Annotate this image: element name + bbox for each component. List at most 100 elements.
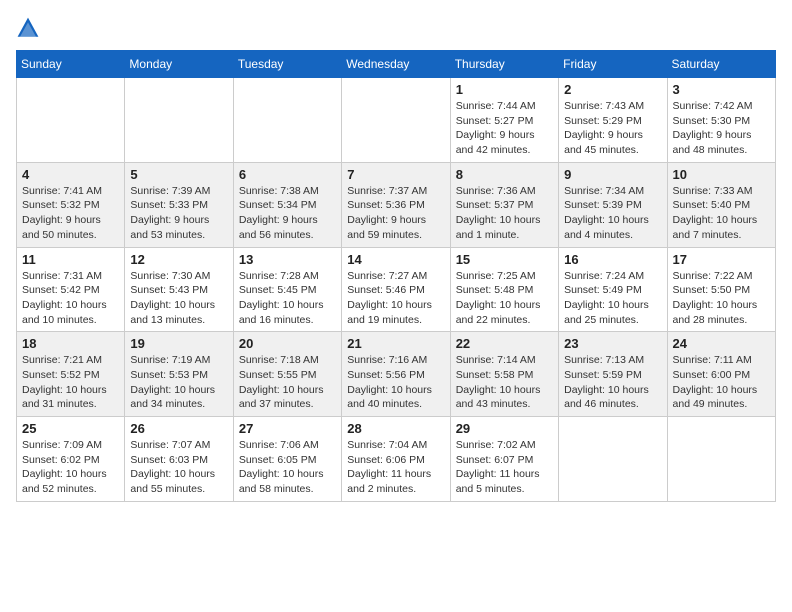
calendar-cell: 27 Sunrise: 7:06 AM Sunset: 6:05 PM Dayli… (233, 417, 341, 502)
calendar-cell: 8 Sunrise: 7:36 AM Sunset: 5:37 PM Daylig… (450, 162, 558, 247)
day-info: Sunrise: 7:37 AM Sunset: 5:36 PM Dayligh… (347, 184, 444, 243)
day-info: Sunrise: 7:06 AM Sunset: 6:05 PM Dayligh… (239, 438, 336, 497)
day-info: Sunrise: 7:28 AM Sunset: 5:45 PM Dayligh… (239, 269, 336, 328)
day-info: Sunrise: 7:24 AM Sunset: 5:49 PM Dayligh… (564, 269, 661, 328)
day-number: 5 (130, 167, 227, 182)
day-number: 4 (22, 167, 119, 182)
calendar-cell: 2 Sunrise: 7:43 AM Sunset: 5:29 PM Daylig… (559, 78, 667, 163)
calendar-cell (17, 78, 125, 163)
day-info: Sunrise: 7:25 AM Sunset: 5:48 PM Dayligh… (456, 269, 553, 328)
day-info: Sunrise: 7:13 AM Sunset: 5:59 PM Dayligh… (564, 353, 661, 412)
day-info: Sunrise: 7:19 AM Sunset: 5:53 PM Dayligh… (130, 353, 227, 412)
calendar-cell: 6 Sunrise: 7:38 AM Sunset: 5:34 PM Daylig… (233, 162, 341, 247)
calendar-cell: 26 Sunrise: 7:07 AM Sunset: 6:03 PM Dayli… (125, 417, 233, 502)
day-info: Sunrise: 7:41 AM Sunset: 5:32 PM Dayligh… (22, 184, 119, 243)
week-row: 11 Sunrise: 7:31 AM Sunset: 5:42 PM Dayli… (17, 247, 776, 332)
calendar-cell: 16 Sunrise: 7:24 AM Sunset: 5:49 PM Dayli… (559, 247, 667, 332)
day-info: Sunrise: 7:21 AM Sunset: 5:52 PM Dayligh… (22, 353, 119, 412)
day-number: 10 (673, 167, 770, 182)
calendar-cell: 1 Sunrise: 7:44 AM Sunset: 5:27 PM Daylig… (450, 78, 558, 163)
logo-icon (16, 16, 40, 40)
calendar-cell (667, 417, 775, 502)
day-number: 18 (22, 336, 119, 351)
day-number: 2 (564, 82, 661, 97)
day-number: 25 (22, 421, 119, 436)
day-info: Sunrise: 7:07 AM Sunset: 6:03 PM Dayligh… (130, 438, 227, 497)
calendar-cell: 25 Sunrise: 7:09 AM Sunset: 6:02 PM Dayli… (17, 417, 125, 502)
day-number: 7 (347, 167, 444, 182)
day-number: 17 (673, 252, 770, 267)
day-number: 16 (564, 252, 661, 267)
week-row: 4 Sunrise: 7:41 AM Sunset: 5:32 PM Daylig… (17, 162, 776, 247)
calendar-cell (342, 78, 450, 163)
calendar-cell: 15 Sunrise: 7:25 AM Sunset: 5:48 PM Dayli… (450, 247, 558, 332)
day-of-week-header: Tuesday (233, 51, 341, 78)
logo (16, 16, 44, 40)
day-of-week-header: Monday (125, 51, 233, 78)
day-number: 8 (456, 167, 553, 182)
day-number: 14 (347, 252, 444, 267)
calendar-cell: 14 Sunrise: 7:27 AM Sunset: 5:46 PM Dayli… (342, 247, 450, 332)
day-number: 29 (456, 421, 553, 436)
day-info: Sunrise: 7:16 AM Sunset: 5:56 PM Dayligh… (347, 353, 444, 412)
calendar-cell: 5 Sunrise: 7:39 AM Sunset: 5:33 PM Daylig… (125, 162, 233, 247)
week-row: 25 Sunrise: 7:09 AM Sunset: 6:02 PM Dayli… (17, 417, 776, 502)
calendar-header-row: SundayMondayTuesdayWednesdayThursdayFrid… (17, 51, 776, 78)
calendar-cell: 3 Sunrise: 7:42 AM Sunset: 5:30 PM Daylig… (667, 78, 775, 163)
calendar-cell: 9Sunrise: 7:34 AM Sunset: 5:39 PM Daylig… (559, 162, 667, 247)
day-number: 3 (673, 82, 770, 97)
calendar-cell: 17Sunrise: 7:22 AM Sunset: 5:50 PM Dayli… (667, 247, 775, 332)
calendar-cell: 22 Sunrise: 7:14 AM Sunset: 5:58 PM Dayli… (450, 332, 558, 417)
day-number: 27 (239, 421, 336, 436)
day-number: 15 (456, 252, 553, 267)
day-of-week-header: Friday (559, 51, 667, 78)
week-row: 18 Sunrise: 7:21 AM Sunset: 5:52 PM Dayli… (17, 332, 776, 417)
calendar-cell (233, 78, 341, 163)
day-info: Sunrise: 7:18 AM Sunset: 5:55 PM Dayligh… (239, 353, 336, 412)
day-number: 6 (239, 167, 336, 182)
day-number: 23 (564, 336, 661, 351)
calendar-cell: 18 Sunrise: 7:21 AM Sunset: 5:52 PM Dayli… (17, 332, 125, 417)
calendar-cell: 13 Sunrise: 7:28 AM Sunset: 5:45 PM Dayli… (233, 247, 341, 332)
calendar: SundayMondayTuesdayWednesdayThursdayFrid… (16, 50, 776, 502)
day-of-week-header: Thursday (450, 51, 558, 78)
day-info: Sunrise: 7:14 AM Sunset: 5:58 PM Dayligh… (456, 353, 553, 412)
calendar-cell: 28 Sunrise: 7:04 AM Sunset: 6:06 PM Dayli… (342, 417, 450, 502)
day-number: 9 (564, 167, 661, 182)
day-info: Sunrise: 7:43 AM Sunset: 5:29 PM Dayligh… (564, 99, 661, 158)
header (16, 16, 776, 40)
day-info: Sunrise: 7:42 AM Sunset: 5:30 PM Dayligh… (673, 99, 770, 158)
day-number: 19 (130, 336, 227, 351)
day-number: 20 (239, 336, 336, 351)
calendar-cell (559, 417, 667, 502)
day-of-week-header: Wednesday (342, 51, 450, 78)
day-number: 1 (456, 82, 553, 97)
calendar-cell: 24Sunrise: 7:11 AM Sunset: 6:00 PM Dayli… (667, 332, 775, 417)
day-info: Sunrise: 7:04 AM Sunset: 6:06 PM Dayligh… (347, 438, 444, 497)
day-info: Sunrise: 7:31 AM Sunset: 5:42 PM Dayligh… (22, 269, 119, 328)
calendar-cell: 23 Sunrise: 7:13 AM Sunset: 5:59 PM Dayli… (559, 332, 667, 417)
day-info: Sunrise: 7:30 AM Sunset: 5:43 PM Dayligh… (130, 269, 227, 328)
day-number: 24 (673, 336, 770, 351)
calendar-cell: 10Sunrise: 7:33 AM Sunset: 5:40 PM Dayli… (667, 162, 775, 247)
calendar-cell: 11 Sunrise: 7:31 AM Sunset: 5:42 PM Dayli… (17, 247, 125, 332)
day-info: Sunrise: 7:39 AM Sunset: 5:33 PM Dayligh… (130, 184, 227, 243)
day-number: 13 (239, 252, 336, 267)
day-number: 21 (347, 336, 444, 351)
calendar-cell: 20 Sunrise: 7:18 AM Sunset: 5:55 PM Dayli… (233, 332, 341, 417)
calendar-cell: 4 Sunrise: 7:41 AM Sunset: 5:32 PM Daylig… (17, 162, 125, 247)
day-number: 11 (22, 252, 119, 267)
day-of-week-header: Saturday (667, 51, 775, 78)
day-info: Sunrise: 7:27 AM Sunset: 5:46 PM Dayligh… (347, 269, 444, 328)
day-number: 26 (130, 421, 227, 436)
calendar-cell: 12Sunrise: 7:30 AM Sunset: 5:43 PM Dayli… (125, 247, 233, 332)
day-number: 28 (347, 421, 444, 436)
day-info: Sunrise: 7:38 AM Sunset: 5:34 PM Dayligh… (239, 184, 336, 243)
day-number: 22 (456, 336, 553, 351)
calendar-cell: 29 Sunrise: 7:02 AM Sunset: 6:07 PM Dayli… (450, 417, 558, 502)
day-info: Sunrise: 7:02 AM Sunset: 6:07 PM Dayligh… (456, 438, 553, 497)
day-info: Sunrise: 7:09 AM Sunset: 6:02 PM Dayligh… (22, 438, 119, 497)
day-info: Sunrise: 7:36 AM Sunset: 5:37 PM Dayligh… (456, 184, 553, 243)
week-row: 1 Sunrise: 7:44 AM Sunset: 5:27 PM Daylig… (17, 78, 776, 163)
day-info: Sunrise: 7:44 AM Sunset: 5:27 PM Dayligh… (456, 99, 553, 158)
